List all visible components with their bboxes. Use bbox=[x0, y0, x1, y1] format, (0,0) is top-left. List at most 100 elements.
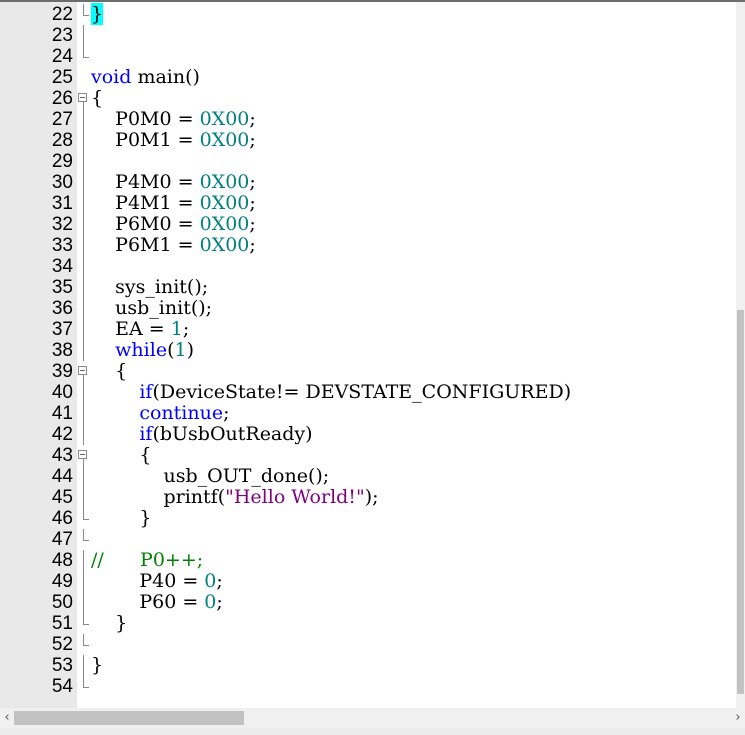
code-text[interactable]: P0M0 = 0X00; bbox=[91, 109, 256, 130]
horizontal-scrollbar[interactable]: ‹ › bbox=[0, 708, 745, 728]
code-text[interactable]: // P0++; bbox=[91, 550, 203, 571]
code-line[interactable]: 49 P40 = 0; bbox=[0, 571, 745, 592]
code-text[interactable]: usb_init(); bbox=[91, 298, 212, 319]
code-token: ; bbox=[249, 129, 256, 151]
code-text[interactable]: if(bUsbOutReady) bbox=[91, 423, 312, 445]
fold-guide-end bbox=[78, 529, 89, 550]
code-line[interactable]: 30 P4M0 = 0X00; bbox=[0, 172, 745, 193]
code-line[interactable]: 54 bbox=[0, 676, 745, 697]
keyword-token: while bbox=[115, 339, 168, 361]
window-bottom-edge bbox=[0, 728, 745, 735]
code-line[interactable]: 25 void main() bbox=[0, 67, 745, 89]
code-text[interactable]: P4M0 = 0X00; bbox=[91, 172, 256, 193]
code-token: } bbox=[91, 612, 128, 634]
number-token: 0 bbox=[204, 570, 217, 592]
code-line[interactable]: 39 { bbox=[0, 361, 745, 382]
code-text[interactable]: } bbox=[91, 508, 151, 529]
code-text[interactable]: continue; bbox=[91, 403, 229, 424]
fold-guide-line bbox=[78, 319, 88, 340]
code-line[interactable]: 38 while(1) bbox=[0, 340, 745, 361]
fold-collapse-icon[interactable] bbox=[78, 361, 88, 382]
line-number: 24 bbox=[51, 46, 73, 67]
code-text[interactable]: P60 = 0; bbox=[91, 592, 222, 613]
fold-guide-line bbox=[78, 340, 88, 361]
code-line[interactable]: 45 printf("Hello World!"); bbox=[0, 487, 745, 508]
code-text[interactable]: } bbox=[91, 3, 104, 25]
code-token: P4M0 = bbox=[91, 171, 200, 193]
code-text[interactable]: printf("Hello World!"); bbox=[91, 487, 378, 508]
fold-collapse-icon[interactable] bbox=[78, 445, 88, 466]
code-line[interactable]: 37 EA = 1; bbox=[0, 319, 745, 340]
code-text[interactable]: sys_init(); bbox=[91, 277, 208, 298]
fold-collapse-icon[interactable] bbox=[78, 88, 88, 109]
code-line[interactable]: 46 } bbox=[0, 508, 745, 530]
code-line[interactable]: 51 } bbox=[0, 613, 745, 635]
code-token: (DeviceState!= DEVSTATE_CONFIGURED) bbox=[152, 381, 572, 403]
code-token: P4M1 = bbox=[91, 192, 200, 214]
code-line[interactable]: 34 bbox=[0, 256, 745, 277]
code-text[interactable]: { bbox=[91, 361, 127, 382]
code-line[interactable]: 35 sys_init(); bbox=[0, 277, 745, 298]
code-line[interactable]: 48 // P0++; bbox=[0, 550, 745, 571]
line-number: 36 bbox=[51, 298, 73, 319]
code-text[interactable]: P6M1 = 0X00; bbox=[91, 235, 256, 256]
code-line[interactable]: 29 bbox=[0, 151, 745, 172]
code-line[interactable]: 43 { bbox=[0, 445, 745, 466]
code-text[interactable]: if(DeviceState!= DEVSTATE_CONFIGURED) bbox=[91, 382, 571, 403]
code-line[interactable]: 53} bbox=[0, 655, 745, 676]
code-token: ) bbox=[186, 339, 195, 361]
code-line[interactable]: 28 P0M1 = 0X00; bbox=[0, 130, 745, 151]
code-text[interactable]: { bbox=[91, 88, 103, 109]
code-text[interactable]: usb_OUT_done(); bbox=[91, 466, 329, 487]
code-token: ( bbox=[167, 339, 175, 361]
fold-guide-line bbox=[78, 592, 88, 613]
code-line[interactable]: 33 P6M1 = 0X00; bbox=[0, 235, 745, 256]
vertical-scroll-thumb[interactable] bbox=[737, 310, 744, 694]
code-line[interactable]: 22} bbox=[0, 3, 745, 25]
number-token: 0X00 bbox=[199, 129, 250, 151]
code-text[interactable]: EA = 1; bbox=[91, 319, 189, 340]
code-line[interactable]: 50 P60 = 0; bbox=[0, 592, 745, 613]
code-line[interactable]: 44 usb_OUT_done(); bbox=[0, 466, 745, 487]
code-line[interactable]: 42 if(bUsbOutReady) bbox=[0, 424, 745, 445]
code-text[interactable]: P0M1 = 0X00; bbox=[91, 130, 256, 151]
code-text[interactable]: { bbox=[91, 445, 151, 466]
code-text[interactable]: } bbox=[91, 655, 103, 676]
line-number: 28 bbox=[51, 130, 73, 151]
code-line[interactable]: 47 bbox=[0, 529, 745, 550]
code-token: { bbox=[91, 444, 152, 466]
code-text[interactable]: while(1) bbox=[91, 340, 194, 361]
code-line[interactable]: 31 P4M1 = 0X00; bbox=[0, 193, 745, 214]
fold-guide-line bbox=[78, 172, 88, 193]
code-line[interactable]: 40 if(DeviceState!= DEVSTATE_CONFIGURED) bbox=[0, 382, 745, 403]
code-token: } bbox=[91, 507, 152, 529]
vertical-scrollbar[interactable] bbox=[736, 2, 745, 708]
scroll-left-arrow-icon[interactable]: ‹ bbox=[0, 708, 14, 728]
line-number: 39 bbox=[51, 361, 73, 382]
code-line[interactable]: 41 continue; bbox=[0, 403, 745, 424]
code-text[interactable]: P4M1 = 0X00; bbox=[91, 193, 256, 214]
line-number: 44 bbox=[51, 466, 73, 487]
code-line[interactable]: 24 bbox=[0, 46, 745, 67]
code-text[interactable]: P6M0 = 0X00; bbox=[91, 214, 256, 235]
line-number: 37 bbox=[51, 319, 73, 340]
scroll-right-arrow-icon[interactable]: › bbox=[731, 708, 745, 728]
code-text[interactable]: } bbox=[91, 613, 127, 634]
code-text[interactable]: P40 = 0; bbox=[91, 570, 222, 592]
code-lines[interactable]: 22} 23 24 25 void main() 26{27 P0M0 = 0X00; 28… bbox=[0, 3, 745, 697]
code-line[interactable]: 27 P0M0 = 0X00; bbox=[0, 109, 745, 130]
code-token: P6M0 = bbox=[91, 213, 200, 235]
code-text[interactable]: void main() bbox=[91, 67, 200, 88]
code-line[interactable]: 32 P6M0 = 0X00; bbox=[0, 214, 745, 235]
code-editor[interactable]: 22} 23 24 25 void main() 26{27 P0M0 = 0X00; 28… bbox=[0, 0, 745, 708]
code-line[interactable]: 36 usb_init(); bbox=[0, 298, 745, 319]
line-number: 25 bbox=[51, 67, 73, 88]
fold-guide-end bbox=[78, 676, 89, 697]
code-token: usb_OUT_done(); bbox=[91, 465, 330, 487]
code-line[interactable]: 52 bbox=[0, 634, 745, 655]
horizontal-scroll-thumb[interactable] bbox=[14, 711, 244, 725]
fold-guide-line bbox=[78, 655, 88, 676]
code-line[interactable]: 26 { bbox=[0, 88, 745, 109]
code-line[interactable]: 23 bbox=[0, 25, 745, 46]
